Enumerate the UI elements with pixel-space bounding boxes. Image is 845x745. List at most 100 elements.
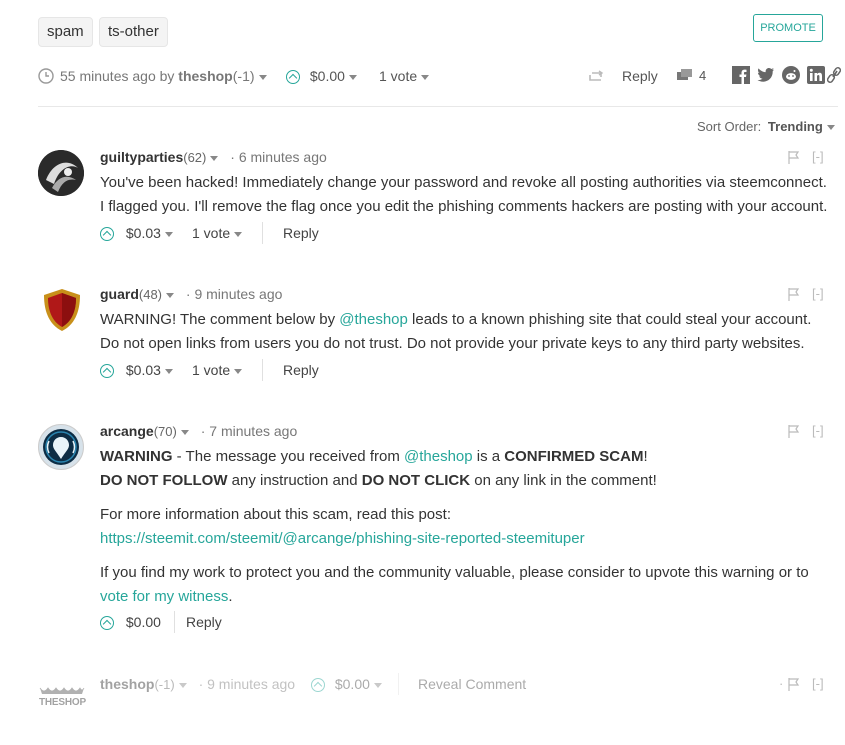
tag-ts-other[interactable]: ts-other: [99, 17, 168, 47]
comment-2-collapse[interactable]: [-]: [812, 284, 824, 304]
author-dropdown-icon[interactable]: [258, 74, 267, 80]
comment-3-reply-button[interactable]: Reply: [186, 612, 222, 632]
comments-icon[interactable]: [676, 68, 693, 83]
comment-4-flag-icon[interactable]: [788, 678, 800, 691]
resteem-icon[interactable]: [588, 69, 604, 83]
comment-2-payout-dropdown-icon[interactable]: [164, 368, 173, 374]
comment-3-line-2: DO NOT FOLLOW any instruction and DO NOT…: [100, 469, 840, 493]
confirmed-scam-label: CONFIRMED SCAM: [504, 448, 644, 465]
vote-witness-link[interactable]: vote for my witness: [100, 588, 228, 605]
comment-4-time[interactable]: 9 minutes ago: [207, 676, 295, 692]
link-icon[interactable]: [827, 67, 841, 83]
comment-2-payout[interactable]: $0.03: [126, 362, 161, 378]
comment-2-author[interactable]: guard: [100, 286, 139, 302]
promote-button[interactable]: PROMOTE: [753, 14, 823, 42]
comment-4-flag-dot: ·: [779, 676, 784, 691]
comment-4-time-dot: ·: [198, 676, 204, 692]
sort-order-value[interactable]: Trending: [768, 119, 823, 134]
comment-2-votes-dropdown-icon[interactable]: [234, 368, 243, 374]
twitter-icon[interactable]: [756, 67, 775, 83]
avatar-guard[interactable]: [40, 287, 84, 333]
comment-2-text: WARNING! The comment below by: [100, 311, 340, 328]
linkedin-icon[interactable]: [807, 66, 825, 84]
sort-order[interactable]: Sort Order: Trending: [697, 118, 835, 136]
comment-1-author[interactable]: guiltyparties: [100, 149, 183, 165]
comment-3-upvote-icon[interactable]: [100, 616, 114, 631]
mention-theshop-link[interactable]: @theshop: [339, 311, 408, 328]
comment-3-author[interactable]: arcange: [100, 423, 154, 439]
comment-4-upvote-icon[interactable]: [310, 678, 325, 693]
comment-4-payout-dropdown-icon[interactable]: [373, 682, 382, 688]
comment-count: 4: [699, 68, 707, 83]
comment-1-rep: (62): [183, 150, 207, 165]
comment-4-collapse[interactable]: [-]: [812, 674, 824, 694]
comment-1-payout[interactable]: $0.03: [126, 225, 161, 241]
post-author[interactable]: theshop: [178, 68, 232, 84]
separator: [262, 359, 263, 381]
comment-1-reply-button[interactable]: Reply: [283, 223, 319, 243]
comment-2-vote: $0.03: [100, 360, 173, 380]
sort-order-label: Sort Order:: [697, 119, 762, 134]
payout-dropdown-icon[interactable]: [348, 74, 357, 80]
comment-1-upvote-icon[interactable]: [100, 227, 114, 242]
comment-3-author-dropdown-icon[interactable]: [180, 429, 189, 435]
comment-1-payout-dropdown-icon[interactable]: [164, 231, 173, 237]
comment-1-flag-icon[interactable]: [788, 151, 800, 164]
comment-2-author-dropdown-icon[interactable]: [166, 292, 175, 298]
comment-4-author[interactable]: theshop: [100, 676, 154, 692]
comment-4-rep: (-1): [154, 677, 175, 692]
comment-2-flag-icon[interactable]: [788, 288, 800, 301]
post-reply-button[interactable]: Reply: [622, 66, 658, 86]
comment-2-upvote-icon[interactable]: [100, 364, 114, 379]
comment-3-line-5: If you find my work to protect you and t…: [100, 564, 809, 581]
comment-1-collapse[interactable]: [-]: [812, 147, 824, 167]
comment-3-text: is a: [472, 448, 505, 465]
comment-2-reply-button[interactable]: Reply: [283, 360, 319, 380]
votes-dropdown-icon[interactable]: [421, 74, 430, 80]
comment-3-time[interactable]: 7 minutes ago: [209, 423, 297, 439]
facebook-icon[interactable]: [732, 66, 750, 84]
comment-4-author-dropdown-icon[interactable]: [178, 682, 187, 688]
comment-4-payout[interactable]: $0.00: [335, 676, 370, 692]
clock-icon: [38, 68, 54, 84]
comment-1-votes[interactable]: 1 vote: [192, 223, 243, 243]
comment-3-text: any instruction and: [227, 472, 362, 489]
reddit-icon[interactable]: [782, 66, 800, 84]
post-meta: 55 minutes ago by theshop(-1): [38, 66, 267, 86]
mention-theshop-link[interactable]: @theshop: [404, 448, 473, 465]
comment-4-header: theshop(-1) · 9 minutes ago $0.00: [100, 674, 382, 695]
post-time: 55 minutes ago by: [60, 68, 175, 84]
avatar-theshop[interactable]: THESHOP: [38, 686, 86, 712]
comment-1-vote: $0.03: [100, 223, 173, 243]
comment-3-text: on any link in the comment!: [470, 472, 657, 489]
comment-3-text: .: [228, 588, 233, 605]
post-payout[interactable]: $0.00: [310, 68, 345, 84]
comment-3-flag-icon[interactable]: [788, 425, 800, 438]
comment-1-time[interactable]: 6 minutes ago: [239, 149, 327, 165]
separator: [174, 611, 175, 633]
comment-1-line-1: You've been hacked! Immediately change y…: [100, 174, 827, 191]
post-votes[interactable]: 1 vote: [379, 66, 430, 86]
comment-3-time-dot: ·: [200, 423, 206, 439]
sort-dropdown-icon[interactable]: [826, 125, 835, 131]
avatar-guiltyparties[interactable]: [38, 150, 84, 196]
avatar-arcange[interactable]: [38, 424, 84, 470]
tag-spam[interactable]: spam: [38, 17, 93, 47]
comment-1-body: You've been hacked! Immediately change y…: [100, 171, 845, 219]
warning-label: WARNING: [100, 448, 173, 465]
comment-1-line-2: I flagged you. I'll remove the flag once…: [100, 198, 828, 215]
comment-2-time[interactable]: 9 minutes ago: [194, 286, 282, 302]
comment-1-author-dropdown-icon[interactable]: [210, 155, 219, 161]
comment-1-votes-dropdown-icon[interactable]: [234, 231, 243, 237]
comment-2-header: guard(48) · 9 minutes ago: [100, 284, 282, 305]
comment-3-line-1: WARNING - The message you received from …: [100, 445, 840, 469]
scam-info-link[interactable]: https://steemit.com/steemit/@arcange/phi…: [100, 527, 840, 551]
comment-3-payout[interactable]: $0.00: [126, 614, 161, 630]
comment-2-votes[interactable]: 1 vote: [192, 360, 243, 380]
upvote-icon[interactable]: [286, 70, 300, 85]
comment-2-text: leads to a known phishing site that coul…: [407, 311, 812, 328]
reveal-comment-button[interactable]: Reveal Comment: [418, 674, 526, 694]
comment-3-line-3: For more information about this scam, re…: [100, 506, 451, 523]
comment-3-collapse[interactable]: [-]: [812, 421, 824, 441]
post-author-rep: (-1): [232, 68, 255, 84]
